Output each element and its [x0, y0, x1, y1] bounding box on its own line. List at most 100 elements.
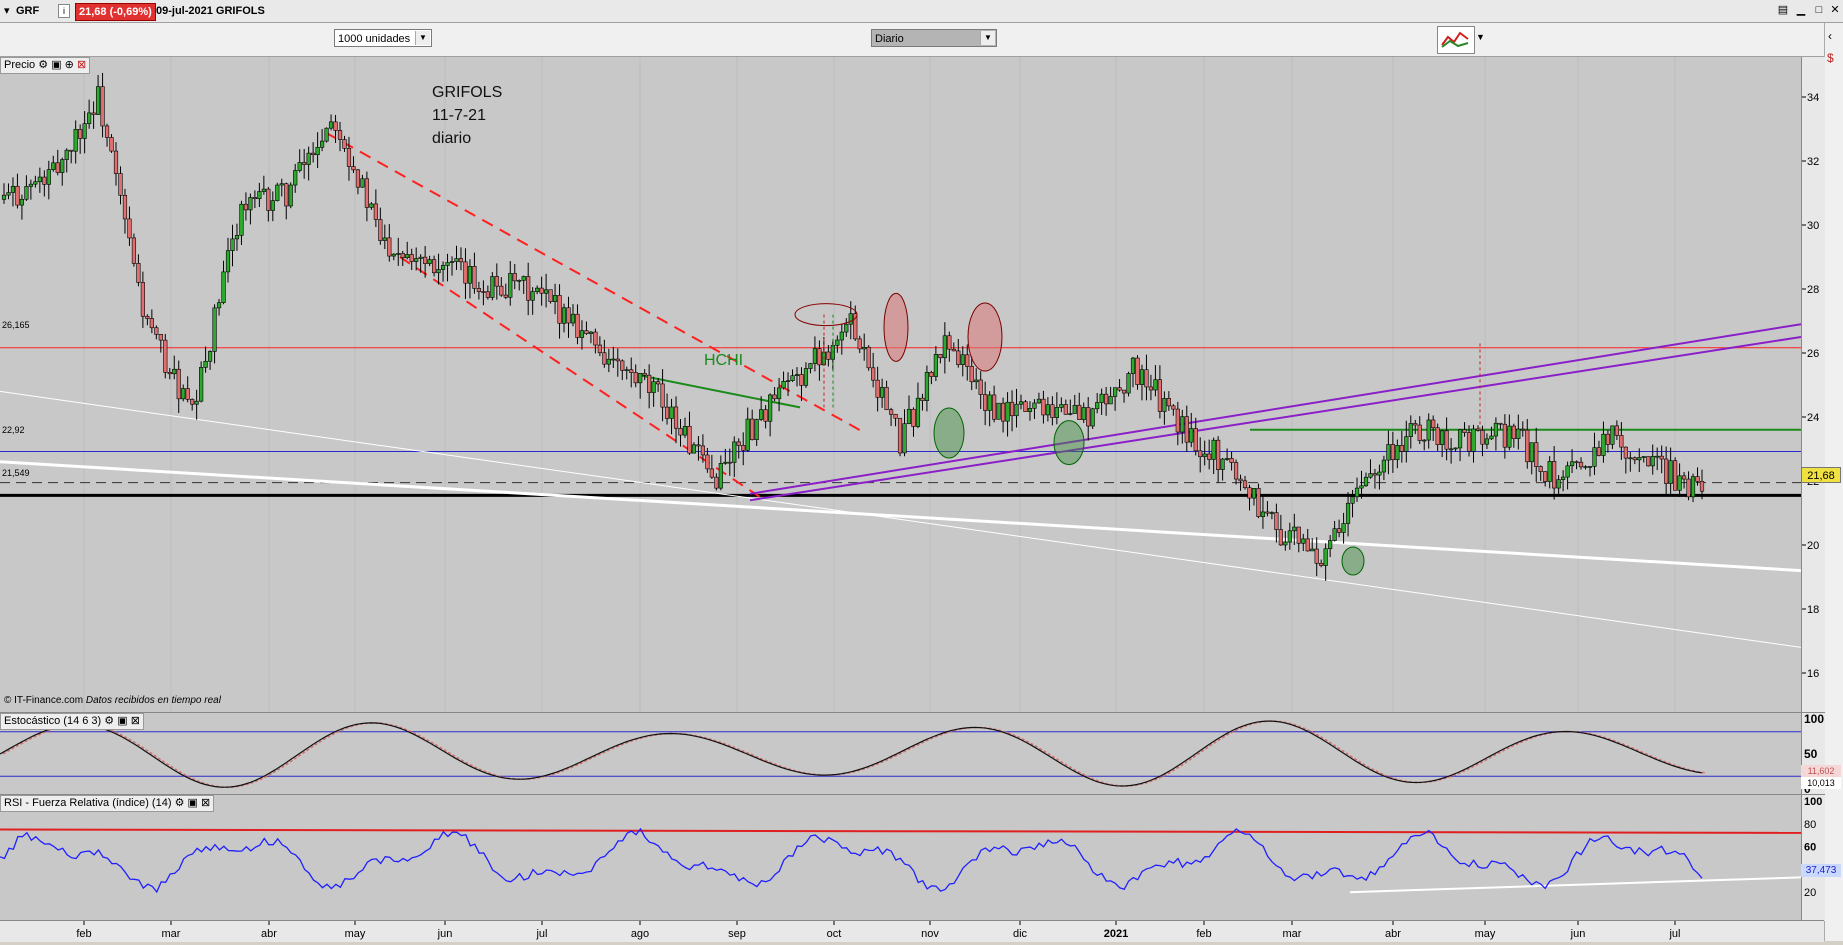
candle-body [1337, 528, 1342, 533]
chart-annotation: GRIFOLS 11-7-21 diario [432, 81, 502, 150]
candle-body [337, 130, 343, 140]
candle-body [1525, 429, 1530, 463]
stoch-k-tag: 11,602 [1801, 765, 1841, 777]
candle-body [1130, 357, 1136, 374]
candle-body [1435, 427, 1440, 445]
candle-body [1471, 428, 1476, 452]
candle-body [1068, 413, 1073, 415]
window-icon[interactable]: ▣ [51, 59, 61, 71]
candle-body [593, 331, 598, 346]
candle-body [266, 188, 271, 211]
time-axis-label: oct [827, 928, 842, 940]
indicators-dropdown-icon[interactable]: ▼ [1476, 32, 1485, 42]
candle-body [575, 313, 580, 338]
candle-body [6, 192, 11, 196]
candle-body [1601, 433, 1606, 456]
candle-body [1587, 466, 1593, 468]
candle-body [1489, 435, 1494, 440]
candle-body [660, 383, 665, 408]
candle-body [288, 184, 293, 207]
price-panel-title: Precio ⚙ ▣ ⊕ ⊠ [0, 57, 91, 74]
candle-body [1157, 379, 1162, 412]
info-icon[interactable]: i [58, 4, 70, 18]
time-axis-label: may [1475, 928, 1496, 940]
chevron-down-icon[interactable]: ▼ [980, 31, 995, 45]
candle-body [1538, 466, 1543, 472]
candle-body [1408, 423, 1413, 437]
add-icon[interactable]: ⊕ [65, 59, 74, 71]
candle-body [696, 444, 701, 447]
candle-body [552, 295, 558, 303]
indicators-icon[interactable] [1437, 26, 1475, 54]
candle-body [915, 397, 921, 427]
candle-body [1596, 447, 1602, 456]
symbol-label[interactable]: GRF [16, 3, 39, 19]
candle-body [521, 276, 526, 281]
candle-body [378, 219, 383, 241]
time-axis-label: feb [76, 928, 91, 940]
maximize-icon[interactable]: □ [1812, 4, 1826, 17]
candle-body [405, 254, 410, 258]
scroll-arrow-icon[interactable]: ‹ [1828, 29, 1832, 43]
candle-body [1345, 502, 1351, 524]
chevron-down-icon[interactable]: ▼ [415, 31, 430, 45]
rsi-support-line [1349, 876, 1801, 894]
candle-body [261, 188, 266, 192]
level-label: 22,92 [2, 425, 25, 435]
time-axis-label: feb [1196, 928, 1211, 940]
window-icon[interactable]: ▣ [188, 797, 198, 809]
candle-body [400, 253, 405, 258]
candle-body [647, 374, 652, 393]
candle-body [1565, 465, 1570, 478]
candle-body [512, 273, 517, 282]
candle-body [10, 185, 16, 193]
candle-body [1650, 456, 1655, 467]
candle-body [1614, 425, 1619, 436]
menu-chevron-icon[interactable]: ▾ [4, 3, 10, 19]
wrench-icon[interactable]: ⚙ [104, 715, 114, 727]
candle-body [1121, 389, 1127, 394]
close-icon[interactable]: ✕ [1828, 4, 1842, 17]
period-select[interactable]: Diario ▼ [871, 29, 997, 47]
candle-body [257, 191, 262, 200]
candle-body [579, 330, 585, 338]
close-panel-icon[interactable]: ⊠ [77, 59, 86, 71]
time-axis-label: abr [261, 928, 277, 940]
time-axis-label: nov [921, 928, 939, 940]
candle-body [548, 289, 553, 303]
candle-body [1171, 405, 1176, 410]
currency-icon[interactable]: $ [1827, 51, 1834, 65]
time-axis-label: mar [162, 928, 181, 940]
candle-body [1153, 379, 1158, 391]
units-select[interactable]: 1000 unidades ▼ [334, 29, 432, 47]
candle-body [772, 394, 777, 400]
price-axis-label: 34 [1807, 92, 1819, 104]
candle-body [1077, 404, 1082, 420]
candle-body [432, 259, 437, 274]
candle-body [1417, 424, 1422, 441]
wrench-icon[interactable]: ⚙ [38, 59, 48, 71]
candle-body [714, 476, 719, 489]
candle-body [924, 372, 930, 401]
wrench-icon[interactable]: ⚙ [175, 797, 185, 809]
close-panel-icon[interactable]: ⊠ [131, 715, 140, 727]
candle-body [1449, 448, 1454, 451]
minimize-icon[interactable]: ▁ [1794, 4, 1808, 17]
candle-body [741, 445, 746, 451]
rsi-panel: RSI - Fuerza Relativa (índice) (14) ⚙ ▣ … [0, 794, 1801, 921]
candle-body [360, 178, 365, 188]
candle-body [373, 203, 378, 220]
rsi-overbought-line [0, 828, 1801, 834]
candle-body [154, 327, 159, 335]
candle-body [1054, 407, 1059, 418]
time-axis-label: mar [1283, 928, 1302, 940]
candle-body [1619, 435, 1624, 448]
candle-body [1381, 459, 1387, 473]
candle-body [167, 372, 172, 375]
stochastic-panel: Estocástico (14 6 3) ⚙ ▣ ⊠ [0, 712, 1801, 795]
restore-icon[interactable]: ▤ [1776, 4, 1790, 17]
close-panel-icon[interactable]: ⊠ [201, 797, 210, 809]
time-axis-label: sep [728, 928, 746, 940]
window-icon[interactable]: ▣ [117, 715, 127, 727]
candle-body [449, 261, 455, 263]
